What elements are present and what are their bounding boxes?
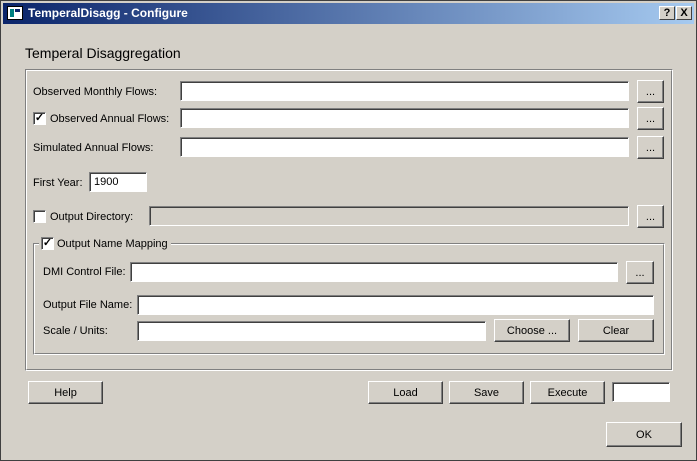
page-title: Temperal Disaggregation xyxy=(25,45,181,61)
choose-button[interactable]: Choose ... xyxy=(494,319,570,342)
dmi-control-file-input[interactable] xyxy=(130,262,618,282)
load-button[interactable]: Load xyxy=(368,381,443,404)
first-year-label: First Year: xyxy=(33,177,83,189)
observed-annual-checkbox[interactable]: ✓ xyxy=(33,112,46,125)
status-field xyxy=(612,382,670,402)
help-title-button[interactable]: ? xyxy=(659,6,675,20)
ok-button[interactable]: OK xyxy=(606,422,682,447)
simulated-annual-browse-button[interactable]: ... xyxy=(637,136,664,159)
output-name-mapping-checkbox[interactable]: ✓ xyxy=(41,237,54,250)
output-directory-browse-button[interactable]: ... xyxy=(637,205,664,228)
observed-monthly-browse-button[interactable]: ... xyxy=(637,80,664,103)
scale-units-input[interactable] xyxy=(137,321,486,341)
window-title: TemperalDisagg - Configure xyxy=(28,6,188,20)
simulated-annual-input[interactable] xyxy=(180,137,629,157)
observed-annual-browse-button[interactable]: ... xyxy=(637,107,664,130)
output-name-mapping-label: Output Name Mapping xyxy=(57,238,168,250)
output-directory-input[interactable] xyxy=(149,206,629,226)
dmi-control-file-browse-button[interactable]: ... xyxy=(626,261,654,284)
title-bar: TemperalDisagg - Configure ? X xyxy=(3,3,694,24)
dmi-control-file-label: DMI Control File: xyxy=(43,266,126,278)
close-icon[interactable]: X xyxy=(676,6,692,20)
clear-button[interactable]: Clear xyxy=(578,319,654,342)
app-icon xyxy=(7,6,23,20)
output-file-name-label: Output File Name: xyxy=(43,299,133,311)
simulated-annual-label: Simulated Annual Flows: xyxy=(33,142,154,154)
observed-monthly-input[interactable] xyxy=(180,81,629,101)
first-year-input[interactable] xyxy=(89,172,147,192)
output-directory-checkbox[interactable] xyxy=(33,210,46,223)
save-button[interactable]: Save xyxy=(449,381,524,404)
execute-button[interactable]: Execute xyxy=(530,381,605,404)
observed-annual-label: Observed Annual Flows: xyxy=(50,113,170,125)
output-name-mapping-legend: ✓ Output Name Mapping xyxy=(39,237,171,251)
help-button[interactable]: Help xyxy=(28,381,103,404)
output-directory-label: Output Directory: xyxy=(50,211,134,223)
scale-units-label: Scale / Units: xyxy=(43,325,108,337)
observed-annual-input[interactable] xyxy=(180,108,629,128)
output-file-name-input[interactable] xyxy=(137,295,654,315)
observed-monthly-label: Observed Monthly Flows: xyxy=(33,86,158,98)
configure-dialog: TemperalDisagg - Configure ? X Temperal … xyxy=(0,0,697,461)
